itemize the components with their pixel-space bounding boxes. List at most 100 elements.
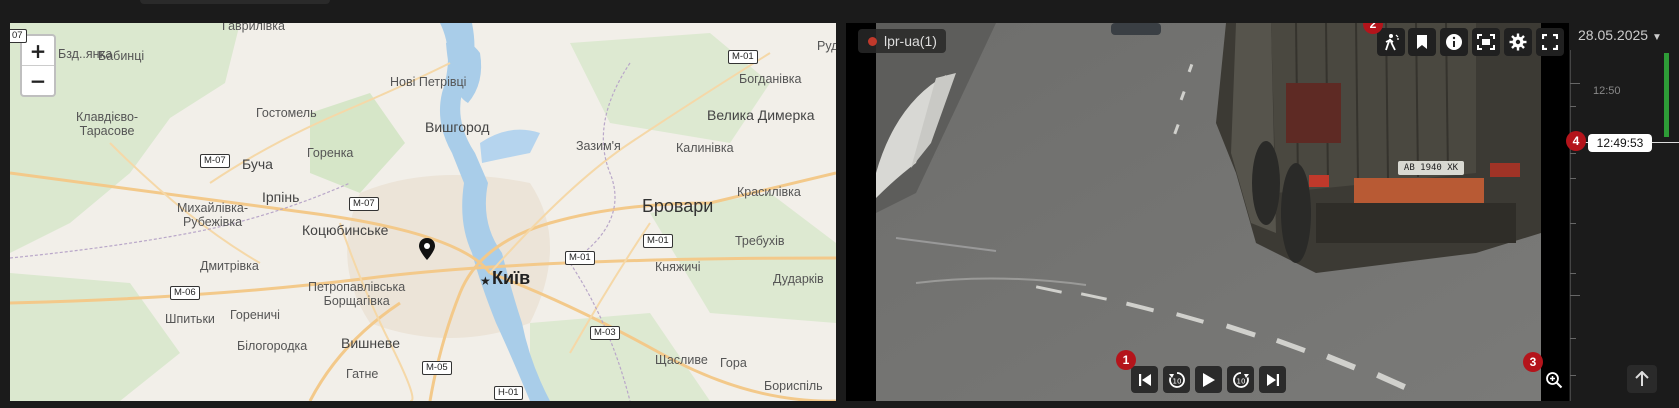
map-label: Велика Димерка <box>707 107 815 123</box>
camera-name: lpr-ua(1) <box>884 33 937 49</box>
timeline-panel[interactable]: 28.05.2025 ▼ 12:50 12:49:53 4 <box>1566 23 1679 401</box>
road-shield: М-03 <box>590 326 620 340</box>
chevron-down-icon: ▼ <box>1651 32 1662 43</box>
svg-text:10: 10 <box>1172 377 1181 385</box>
play-button[interactable] <box>1195 366 1222 393</box>
map-label-kyiv: Київ <box>492 268 531 288</box>
recording-segment[interactable] <box>1664 53 1669 137</box>
road-shield: 07 <box>10 29 27 43</box>
map-label: Вишгород <box>425 119 490 135</box>
screenshot-icon <box>1477 34 1495 50</box>
map-label: Щасливе <box>655 353 708 367</box>
zoom-button[interactable] <box>1540 366 1567 393</box>
info-icon <box>1446 34 1462 50</box>
badge-timeline: 4 <box>1566 131 1586 151</box>
zoom-out-button[interactable]: − <box>22 66 54 95</box>
bookmark-icon <box>1417 35 1427 49</box>
rewind-10-icon: 10 <box>1168 371 1185 388</box>
location-pin-icon[interactable] <box>419 238 435 260</box>
timeline-tick <box>1570 223 1576 224</box>
badge-zoom: 3 <box>1523 352 1543 372</box>
road-shield: М-05 <box>422 361 452 375</box>
map-label: Калинівка <box>676 141 734 155</box>
date-value: 28.05.2025 <box>1578 27 1649 43</box>
skip-start-button[interactable] <box>1131 366 1158 393</box>
timeline-cursor-time[interactable]: 12:49:53 <box>1588 134 1652 152</box>
road-shield: М-06 <box>170 286 200 300</box>
road-shield: М-07 <box>200 154 230 168</box>
map-label: Бориспіль <box>764 379 823 393</box>
map-label: Петропавлівська Борщагівка <box>308 280 406 308</box>
rewind-10-button[interactable]: 10 <box>1163 366 1190 393</box>
map-panel[interactable]: + − Бзд..янка Гаврилівка Бабинці Нові Пе… <box>10 23 836 401</box>
timeline-axis <box>1570 50 1571 401</box>
svg-text:10: 10 <box>1236 377 1245 385</box>
map-label: Зазим'я <box>576 139 621 153</box>
map-label: Клавдієво- Тарасове <box>76 110 139 138</box>
skip-end-button[interactable] <box>1259 366 1286 393</box>
timeline-tick <box>1570 106 1576 107</box>
person-motion-icon <box>1385 34 1399 51</box>
skip-back-icon <box>1138 373 1151 386</box>
info-button[interactable] <box>1440 28 1468 56</box>
map-label: Вишневе <box>341 335 400 351</box>
badge-playback: 1 <box>1116 350 1136 370</box>
top-strip <box>0 0 1679 20</box>
map-label: Михайлівка- Рубежівка <box>177 201 249 229</box>
map-label: Гатне <box>346 367 379 381</box>
map-label: Богданівка <box>739 72 802 86</box>
forward-10-icon: 10 <box>1232 371 1249 388</box>
fullscreen-icon <box>1542 34 1558 50</box>
map-label: Буча <box>242 156 273 172</box>
camera-label[interactable]: lpr-ua(1) <box>858 29 946 53</box>
map-label: Требухів <box>735 234 785 248</box>
map-label: Гора <box>720 356 747 370</box>
map-label: Шпитьки <box>165 312 215 326</box>
skip-forward-icon <box>1266 373 1279 386</box>
zoom-in-button[interactable]: + <box>22 36 54 66</box>
timeline-tick <box>1570 83 1580 84</box>
zoom-in-icon <box>1545 371 1562 388</box>
map-label: Гостомель <box>256 106 317 120</box>
scroll-up-button[interactable] <box>1627 365 1657 393</box>
screenshot-button[interactable] <box>1472 28 1500 56</box>
camera-image <box>876 23 1541 401</box>
settings-button[interactable] <box>1504 28 1532 56</box>
road-shield: М-01 <box>643 234 673 248</box>
map-label: Красилівка <box>737 185 801 199</box>
map-label: Нові Петрівці <box>390 75 467 89</box>
forward-10-button[interactable]: 10 <box>1227 366 1254 393</box>
license-plate: АВ 1940 ХК <box>1403 163 1459 173</box>
map-label: Гореничі <box>230 308 280 322</box>
timeline-tick <box>1570 178 1576 179</box>
date-selector[interactable]: 28.05.2025 ▼ <box>1578 27 1662 43</box>
timeline-tick <box>1570 295 1580 296</box>
timeline-tick <box>1570 375 1576 376</box>
map-label: Бровари <box>642 196 714 216</box>
road-shield: М-01 <box>728 50 758 64</box>
map-label: Бабинці <box>98 49 145 63</box>
arrow-up-icon <box>1635 371 1649 386</box>
fullscreen-button[interactable] <box>1536 28 1564 56</box>
timeline-tick <box>1570 273 1576 274</box>
gear-icon <box>1509 33 1527 51</box>
tab-shadow <box>140 0 330 4</box>
map-label: Ірпінь <box>262 189 300 205</box>
motion-detection-button[interactable] <box>1377 28 1405 56</box>
map-label: Княжичі <box>655 260 701 274</box>
recording-dot-icon <box>868 37 877 46</box>
play-icon <box>1202 372 1215 387</box>
video-panel[interactable]: АВ 1940 ХК lpr-ua(1) 2 10 10 1 3 <box>846 23 1569 401</box>
map-label: Коцюбинське <box>302 222 389 238</box>
bookmark-button[interactable] <box>1408 28 1436 56</box>
camera-frame[interactable]: АВ 1940 ХК <box>876 23 1541 401</box>
timeline-tick-label: 12:50 <box>1593 85 1621 97</box>
capital-star-icon: ★ <box>480 274 491 288</box>
timeline-tick <box>1570 338 1576 339</box>
map-label: Дударків <box>773 272 824 286</box>
map-label: Дмитрівка <box>200 259 259 273</box>
map-label: Гаврилівка <box>222 23 286 33</box>
road-shield: Н-01 <box>494 386 523 400</box>
zoom-control: + − <box>20 34 56 97</box>
map-label: Рудн <box>817 39 836 53</box>
